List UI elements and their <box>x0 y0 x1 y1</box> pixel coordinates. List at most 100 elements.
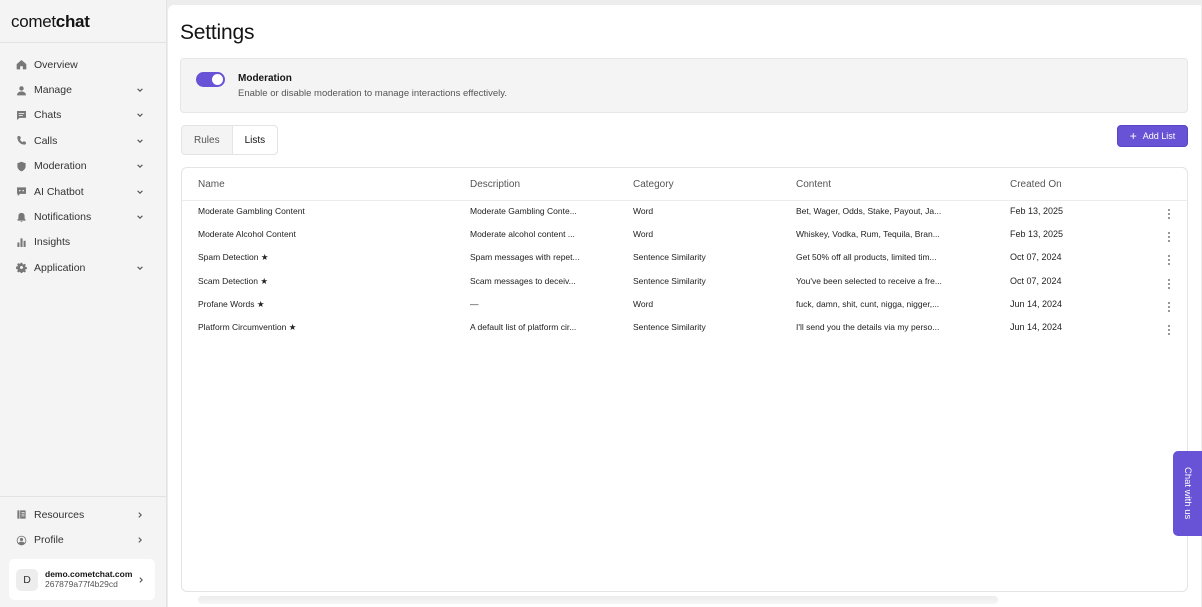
table-header: Name Description Category Content Create… <box>182 168 1187 201</box>
cell-created-on: Jun 14, 2024 <box>1010 298 1063 309</box>
table-row[interactable]: Spam Detection ★ Spam messages with repet… <box>182 252 1187 275</box>
sidebar-item-label: Notifications <box>34 211 92 224</box>
shield-icon <box>16 161 27 172</box>
more-options-icon[interactable] <box>1164 301 1174 313</box>
avatar: D <box>16 568 38 591</box>
chevron-down-icon <box>136 188 144 196</box>
column-header-name: Name <box>198 179 225 190</box>
cell-created-on: Feb 13, 2025 <box>1010 206 1064 216</box>
chevron-down-icon <box>136 137 144 145</box>
cell-name: Profane Words ★ <box>198 298 265 309</box>
cell-description: Scam messages to deceiv... <box>470 275 576 286</box>
moderation-banner: Moderation Enable or disable moderation … <box>180 58 1188 113</box>
table-row[interactable]: Moderate Gambling Content Moderate Gambli… <box>182 206 1187 229</box>
cell-description: — <box>470 298 479 309</box>
column-header-description: Description <box>470 179 521 190</box>
cell-content: Whiskey, Vodka, Rum, Tequila, Bran... <box>796 229 940 240</box>
column-header-category: Category <box>633 179 674 190</box>
table-row[interactable]: Moderate Alcohol Content Moderate alcohol… <box>182 229 1187 252</box>
column-header-created-on: Created On <box>1010 179 1062 190</box>
sidebar-item-label: Moderation <box>34 160 87 173</box>
cell-name: Platform Circumvention ★ <box>198 322 297 332</box>
tab-lists[interactable]: Lists <box>231 126 278 154</box>
chevron-right-icon <box>136 536 144 544</box>
cell-created-on: Jun 14, 2024 <box>1010 322 1063 332</box>
main-panel: Settings Moderation Enable or disable mo… <box>168 5 1201 607</box>
chevron-down-icon <box>136 86 144 94</box>
sidebar-item-label: Resources <box>34 508 85 521</box>
bot-icon <box>16 186 27 197</box>
sidebar-item-ai-chatbot[interactable]: AI Chatbot <box>0 179 166 204</box>
table-row[interactable]: Scam Detection ★ Scam messages to deceiv.… <box>182 276 1187 299</box>
sidebar-item-profile[interactable]: Profile <box>0 527 166 552</box>
table-row[interactable]: Profane Words ★ — Word fuck, damn, shit, cu… <box>182 299 1187 322</box>
cell-description: A default list of platform cir... <box>470 322 577 332</box>
scroll-shadow <box>198 596 998 604</box>
sidebar-item-overview[interactable]: Overview <box>0 52 166 77</box>
cell-description: Moderate Gambling Conte... <box>470 206 577 216</box>
moderation-title: Moderation <box>238 73 292 84</box>
bell-icon <box>16 212 27 223</box>
cell-created-on: Feb 13, 2025 <box>1010 229 1064 240</box>
cell-category: Word <box>633 298 654 309</box>
home-icon <box>16 59 27 70</box>
cell-description: Moderate alcohol content ... <box>470 229 575 240</box>
sidebar-item-label: Overview <box>34 58 78 71</box>
cometchat-logo[interactable]: cometchat <box>11 12 90 32</box>
sidebar-item-resources[interactable]: Resources <box>0 502 166 527</box>
sidebar-item-calls[interactable]: Calls <box>0 128 166 153</box>
account-info: demo.cometchat.com 267879a77f4b29cd <box>45 569 137 590</box>
lists-table: Name Description Category Content Create… <box>181 167 1188 592</box>
bar-chart-icon <box>16 237 27 248</box>
table-row[interactable]: Platform Circumvention ★ A default list o… <box>182 322 1187 345</box>
sidebar-bottom-nav: Resources Profile <box>0 502 166 553</box>
profile-icon <box>16 535 27 546</box>
cell-name: Spam Detection ★ <box>198 252 269 263</box>
more-options-icon[interactable] <box>1164 278 1174 290</box>
more-options-icon[interactable] <box>1164 231 1174 243</box>
tab-rules[interactable]: Rules <box>182 126 232 154</box>
column-header-content: Content <box>796 179 832 190</box>
cell-content: Get 50% off all products, limited tim... <box>796 252 937 263</box>
cell-category: Word <box>633 206 654 216</box>
chat-icon <box>16 110 27 121</box>
sidebar-item-insights[interactable]: Insights <box>0 230 166 255</box>
more-options-icon[interactable] <box>1164 324 1174 336</box>
chevron-down-icon <box>136 213 144 221</box>
chevron-down-icon <box>136 111 144 119</box>
sidebar-item-application[interactable]: Application <box>0 255 166 280</box>
more-options-icon[interactable] <box>1164 208 1174 220</box>
cell-category: Word <box>633 229 654 240</box>
cell-content: Bet, Wager, Odds, Stake, Payout, Ja... <box>796 206 942 216</box>
more-options-icon[interactable] <box>1164 254 1174 266</box>
cell-name: Moderate Gambling Content <box>198 206 305 216</box>
chat-with-us-button[interactable]: Chat with us <box>1173 451 1202 536</box>
sidebar-item-label: Manage <box>34 84 72 97</box>
sidebar-item-manage[interactable]: Manage <box>0 77 166 102</box>
sidebar-nav: Overview Manage Chats Calls Moderation A… <box>0 52 166 281</box>
cell-content: fuck, damn, shit, cunt, nigga, nigger,..… <box>796 298 940 309</box>
cell-name: Scam Detection ★ <box>198 275 268 286</box>
user-icon <box>16 85 27 96</box>
chevron-down-icon <box>136 264 144 272</box>
cell-description: Spam messages with repet... <box>470 252 580 263</box>
account-switcher[interactable]: D demo.cometchat.com 267879a77f4b29cd <box>9 559 155 600</box>
chevron-down-icon <box>136 162 144 170</box>
sidebar-item-label: Profile <box>34 534 64 547</box>
sidebar-item-notifications[interactable]: Notifications <box>0 204 166 229</box>
add-list-button[interactable]: + Add List <box>1117 125 1188 147</box>
cell-name: Moderate Alcohol Content <box>198 229 296 240</box>
moderation-toggle[interactable] <box>196 72 225 87</box>
page-title: Settings <box>180 21 255 44</box>
sidebar-item-label: Calls <box>34 134 58 147</box>
toggle-knob <box>212 74 223 85</box>
gear-icon <box>16 262 27 274</box>
sidebar-item-label: Chats <box>34 109 62 122</box>
chevron-right-icon <box>137 576 145 584</box>
add-list-label: Add List <box>1142 131 1176 141</box>
divider <box>0 496 166 497</box>
sidebar-item-chats[interactable]: Chats <box>0 103 166 128</box>
sidebar-item-moderation[interactable]: Moderation <box>0 154 166 179</box>
moderation-description: Enable or disable moderation to manage i… <box>238 88 507 99</box>
cell-content: I'll send you the details via my perso..… <box>796 322 940 332</box>
